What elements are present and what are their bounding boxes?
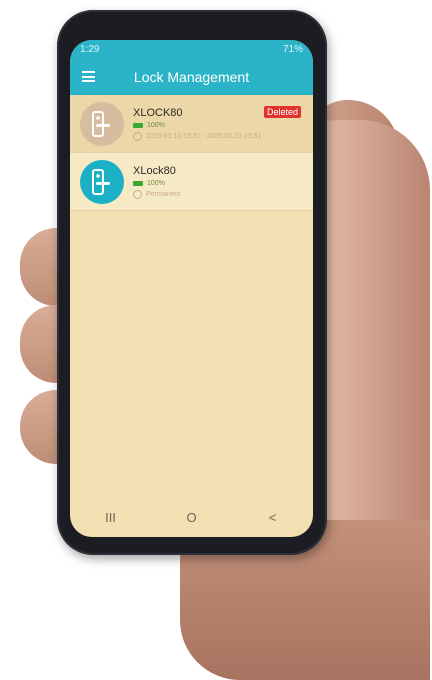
- clock-icon: [133, 131, 142, 141]
- status-time: 1:29: [80, 43, 100, 55]
- battery-icon: [133, 122, 143, 128]
- clock-icon: [133, 189, 142, 199]
- menu-icon[interactable]: [82, 71, 95, 82]
- system-nav-bar: III O <: [70, 497, 313, 537]
- app-bar: Lock Management: [70, 58, 313, 95]
- back-button[interactable]: <: [253, 510, 293, 525]
- lock-validity: 2019.03.13 13:31 - 2020.03.13 13:31: [146, 132, 262, 140]
- status-bar: 1:29 71%: [70, 40, 313, 58]
- lock-validity: Permanent: [146, 190, 181, 198]
- lock-list-item[interactable]: XLOCK80 100% 2019.03.13 13:31 - 2020.03.…: [70, 95, 313, 153]
- lock-battery: 100%: [147, 121, 165, 129]
- lock-list-item[interactable]: XLock80 100% Permanent: [70, 153, 313, 211]
- status-battery: 71%: [282, 43, 303, 55]
- lock-name: XLock80: [133, 164, 176, 177]
- phone-screen: 1:29 71% Lock Management XLOCK80 100% 20…: [70, 40, 313, 537]
- page-title: Lock Management: [133, 68, 250, 85]
- home-button[interactable]: O: [172, 510, 212, 525]
- battery-icon: [133, 180, 143, 186]
- lock-icon: [80, 159, 124, 204]
- status-badge: Deleted: [263, 106, 301, 118]
- recent-apps-button[interactable]: III: [91, 510, 131, 525]
- lock-battery: 100%: [147, 179, 165, 187]
- lock-icon: [80, 101, 124, 146]
